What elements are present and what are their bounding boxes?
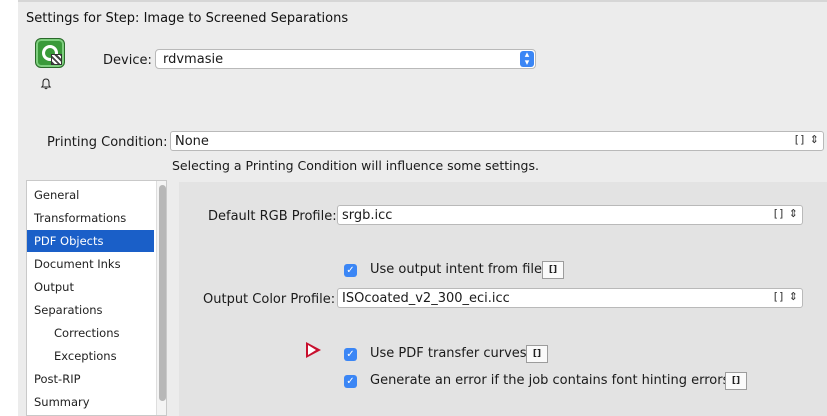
sidebar-item-transformations[interactable]: Transformations	[27, 207, 154, 229]
chevron-updown-icon[interactable]: ⇕	[810, 133, 820, 146]
sidebar-item-separations[interactable]: Separations	[27, 299, 154, 321]
use-output-intent-checkbox[interactable]: ✓	[344, 264, 357, 277]
param-icon[interactable]: []	[795, 133, 806, 146]
printing-condition-hint: Selecting a Printing Condition will infl…	[172, 158, 539, 173]
font-hinting-error-checkbox[interactable]: ✓	[344, 375, 357, 388]
rgb-profile-select[interactable]: srgb.icc [] ⇕	[337, 205, 803, 225]
printing-condition-value: None	[175, 134, 209, 149]
chevron-updown-icon[interactable]: ⇕	[789, 290, 799, 303]
font-hinting-error-label: Generate an error if the job contains fo…	[370, 373, 730, 388]
sidebar-item-output[interactable]: Output	[27, 276, 154, 298]
device-value: rdvmasie	[163, 52, 224, 67]
settings-sidebar: General Transformations PDF Objects Docu…	[26, 180, 167, 416]
output-profile-label: Output Color Profile:	[203, 292, 336, 307]
sidebar-item-post-rip[interactable]: Post-RIP	[27, 368, 154, 390]
use-transfer-curves-label: Use PDF transfer curves	[370, 346, 527, 361]
device-label: Device:	[103, 53, 152, 68]
sidebar-item-document-inks[interactable]: Document Inks	[27, 253, 154, 275]
step-icon[interactable]	[35, 38, 65, 68]
rgb-profile-label: Default RGB Profile:	[208, 209, 337, 224]
use-transfer-curves-checkbox[interactable]: ✓	[344, 348, 357, 361]
param-button[interactable]: []	[725, 372, 747, 390]
printing-condition-label: Printing Condition:	[47, 135, 168, 150]
sidebar-item-general[interactable]: General	[27, 184, 154, 206]
chevron-updown-icon[interactable]: ⇕	[789, 207, 799, 220]
sidebar-scrollbar[interactable]	[156, 181, 166, 415]
sidebar-item-exceptions[interactable]: Exceptions	[27, 345, 154, 367]
window-top-border	[18, 0, 827, 2]
device-select[interactable]: rdvmasie ▴ ▾	[155, 49, 536, 69]
param-icon[interactable]: []	[774, 290, 785, 303]
param-icon[interactable]: []	[774, 207, 785, 220]
chevron-updown-icon[interactable]: ▴ ▾	[520, 51, 534, 68]
printing-condition-select[interactable]: None [] ⇕	[170, 131, 824, 151]
sidebar-item-summary[interactable]: Summary	[27, 391, 154, 413]
param-button[interactable]: []	[526, 345, 548, 363]
bell-icon[interactable]	[40, 78, 52, 93]
sidebar-item-pdf-objects[interactable]: PDF Objects	[27, 230, 154, 252]
annotation-arrow-icon	[306, 342, 321, 358]
window-title: Settings for Step: Image to Screened Sep…	[26, 11, 349, 26]
sidebar-item-corrections[interactable]: Corrections	[27, 322, 154, 344]
output-profile-select[interactable]: ISOcoated_v2_300_eci.icc [] ⇕	[337, 288, 803, 308]
settings-window: Settings for Step: Image to Screened Sep…	[18, 0, 827, 416]
use-output-intent-label: Use output intent from file	[370, 262, 543, 277]
sidebar-scroll-thumb[interactable]	[159, 185, 166, 401]
param-button[interactable]: []	[542, 261, 564, 279]
rgb-profile-value: srgb.icc	[342, 208, 393, 223]
output-profile-value: ISOcoated_v2_300_eci.icc	[342, 291, 510, 306]
